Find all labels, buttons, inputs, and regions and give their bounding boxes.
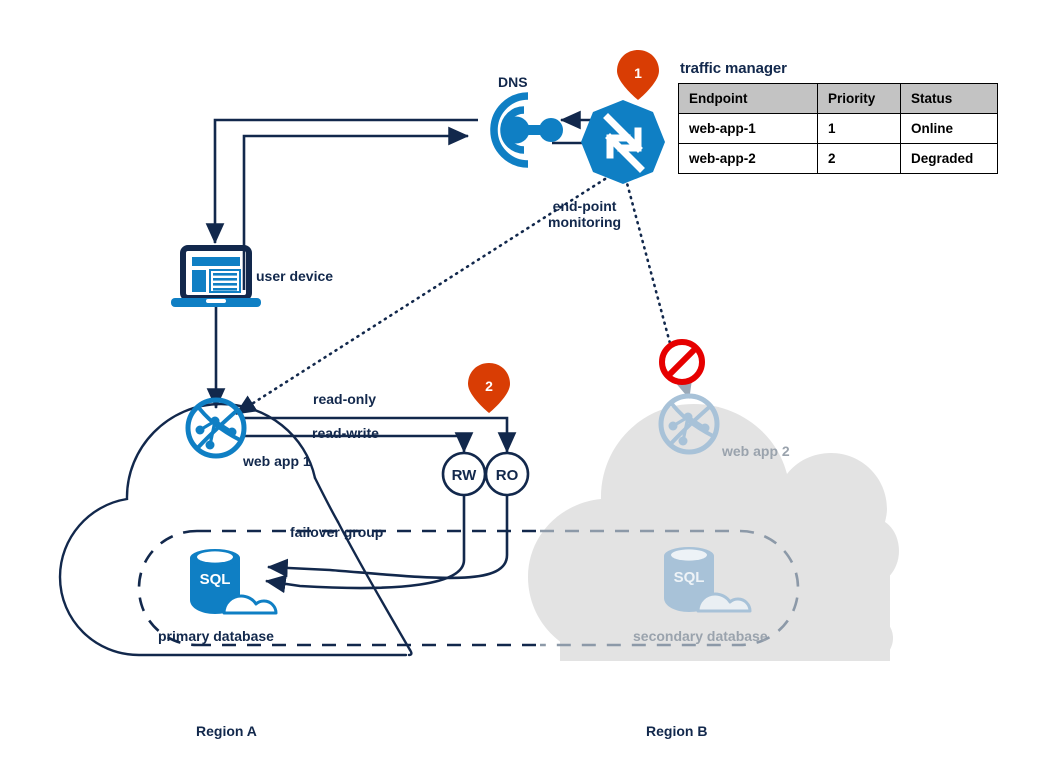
endpoint-monitoring-label: end-point monitoring	[548, 198, 621, 230]
edge-dns-to-user-device	[205, 118, 478, 245]
traffic-manager-table: Endpoint Priority Status web-app-1 1 Onl…	[678, 83, 998, 174]
marker-pin-2: 2	[468, 363, 510, 413]
web-app-1-label: web app 1	[243, 453, 311, 469]
status-badge: Online	[900, 113, 998, 144]
sql-badge-primary: SQL	[200, 571, 231, 588]
marker-2-number: 2	[485, 378, 493, 394]
marker-pin-1: 1	[617, 50, 659, 100]
cell-priority: 2	[817, 143, 901, 174]
dns-icon	[490, 92, 563, 168]
read-write-listener: RW	[441, 451, 487, 497]
read-only-listener: RO	[484, 451, 530, 497]
endpoint-monitoring-line-1: end-point	[552, 198, 617, 214]
table-header-row: Endpoint Priority Status	[678, 83, 998, 114]
column-header-priority: Priority	[817, 83, 901, 114]
column-header-endpoint: Endpoint	[678, 83, 818, 114]
cell-priority: 1	[817, 113, 901, 144]
region-a-label: Region A	[196, 723, 257, 739]
primary-database-label: primary database	[158, 628, 274, 644]
marker-1-number: 1	[634, 65, 642, 81]
column-header-status: Status	[900, 83, 998, 114]
web-app-icon-1	[185, 397, 247, 459]
region-b-label: Region B	[646, 723, 708, 739]
traffic-manager-icon	[581, 100, 665, 184]
secondary-database-label: secondary database	[633, 628, 768, 644]
edge-user-device-to-dns	[242, 126, 470, 290]
status-badge: Degraded	[900, 143, 998, 174]
dns-label: DNS	[498, 74, 528, 90]
diagram-canvas: RW RO SQL SQL 1 2 DNS user device end-po…	[0, 0, 1055, 783]
no-entry-icon	[659, 339, 705, 385]
ro-label: RO	[496, 467, 519, 484]
region-b-cloud	[528, 404, 899, 661]
rw-label: RW	[452, 467, 478, 484]
table-row: web-app-2 2 Degraded	[678, 143, 998, 174]
cell-endpoint: web-app-1	[678, 113, 818, 144]
read-write-label: read-write	[312, 425, 379, 441]
read-only-label: read-only	[313, 391, 377, 407]
traffic-manager-panel: traffic manager Endpoint Priority Status…	[678, 60, 998, 174]
laptop-icon	[171, 245, 261, 307]
endpoint-monitoring-line-2: monitoring	[548, 214, 622, 231]
traffic-manager-title: traffic manager	[680, 60, 787, 77]
traffic-manager-table-body: web-app-1 1 Online web-app-2 2 Degraded	[678, 113, 998, 174]
web-app-2-label: web app 2	[722, 443, 790, 459]
sql-database-icon-primary: SQL	[190, 549, 278, 615]
failover-group-label: failover group	[290, 524, 384, 540]
user-device-label: user device	[256, 268, 334, 284]
table-row: web-app-1 1 Online	[678, 113, 998, 144]
cell-endpoint: web-app-2	[678, 143, 818, 174]
sql-badge-secondary: SQL	[674, 569, 705, 586]
